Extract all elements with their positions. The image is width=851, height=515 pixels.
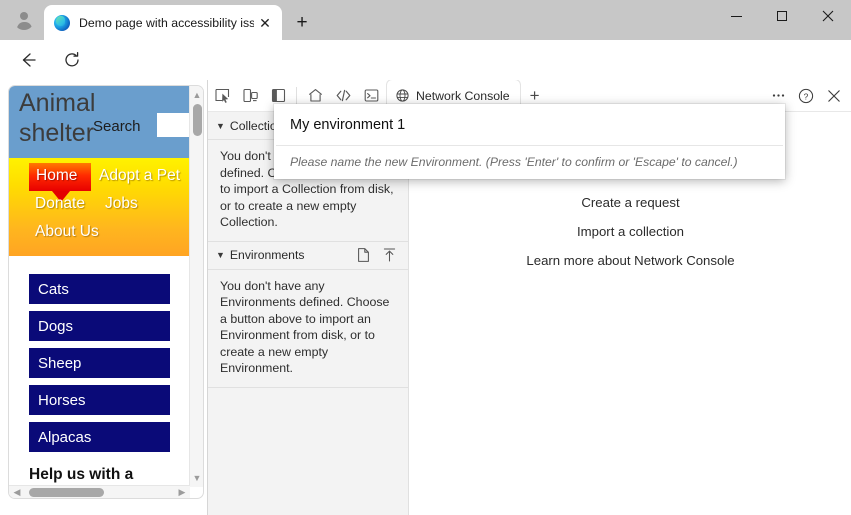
scroll-left-icon[interactable]: ◀: [10, 486, 24, 498]
help-icon[interactable]: ?: [792, 82, 820, 110]
nav-item-jobs[interactable]: Jobs: [105, 195, 138, 213]
globe-icon: [394, 88, 411, 103]
site-scroll-content: Animal shelter Search Home Adopt a Pet D…: [9, 86, 190, 487]
chevron-down-icon[interactable]: ▼: [216, 250, 225, 260]
tab-title: Demo page with accessibility issu: [79, 15, 254, 30]
close-icon[interactable]: ✕: [254, 12, 276, 34]
environments-empty-text: You don't have any Environments defined.…: [208, 270, 408, 388]
svg-text:?: ?: [804, 91, 809, 101]
devtools-close-icon[interactable]: [820, 82, 848, 110]
new-tab-button[interactable]: +: [289, 10, 315, 36]
browser-window: Demo page with accessibility issu ✕ + An…: [0, 0, 851, 515]
inspect-element-icon[interactable]: [208, 82, 236, 110]
search-label: Search: [93, 118, 141, 135]
close-icon: [822, 10, 834, 22]
learn-more-link[interactable]: Learn more about Network Console: [526, 253, 734, 268]
scrollbar-thumb-horizontal[interactable]: [29, 488, 104, 497]
site-vertical-scrollbar[interactable]: ▲ ▼: [189, 86, 203, 487]
environment-name-dialog: Please name the new Environment. (Press …: [274, 104, 785, 179]
device-emulation-icon[interactable]: [236, 82, 264, 110]
create-a-request-link[interactable]: Create a request: [581, 195, 679, 210]
site-horizontal-scrollbar[interactable]: ◀ ▶: [9, 485, 190, 498]
window-close-button[interactable]: [805, 0, 851, 32]
maximize-icon: [777, 11, 787, 21]
new-file-icon[interactable]: [350, 243, 376, 267]
profile-button[interactable]: [10, 8, 38, 32]
arrow-left-icon: [22, 53, 36, 67]
site-body: Cats Dogs Sheep Horses Alpacas Help us w…: [9, 256, 190, 484]
environments-section-header[interactable]: ▼ Environments: [208, 241, 408, 270]
nav-item-home-label: Home: [36, 167, 78, 184]
avatar-icon: [14, 10, 34, 30]
animal-shelter-site: Animal shelter Search Home Adopt a Pet D…: [8, 85, 204, 499]
nav-item-donate[interactable]: Donate: [35, 195, 85, 213]
list-item[interactable]: Horses: [29, 385, 170, 415]
scroll-up-icon[interactable]: ▲: [191, 88, 203, 102]
browser-titlebar: Demo page with accessibility issu ✕ +: [0, 0, 851, 40]
back-button[interactable]: [14, 48, 42, 72]
nav-row-2: Donate Jobs: [9, 190, 190, 218]
window-maximize-button[interactable]: [759, 0, 805, 32]
site-title: Animal shelter: [19, 89, 96, 147]
site-navigation: Home Adopt a Pet Donate Jobs About Us: [9, 158, 190, 256]
list-item[interactable]: Cats: [29, 274, 170, 304]
nav-item-adopt-a-pet[interactable]: Adopt a Pet: [99, 167, 180, 185]
import-upload-icon[interactable]: [376, 243, 402, 267]
list-item[interactable]: Sheep: [29, 348, 170, 378]
reload-button[interactable]: [58, 48, 86, 72]
list-item[interactable]: Alpacas: [29, 422, 170, 452]
nav-row-3: About Us: [9, 218, 190, 246]
environments-actions: [350, 243, 408, 267]
nav-row-1: Home Adopt a Pet: [9, 162, 190, 202]
browser-address-row: https://microsoftedge.github.io/Demos/de…: [0, 40, 851, 114]
minimize-icon: [730, 15, 742, 17]
scroll-down-icon[interactable]: ▼: [191, 471, 203, 485]
import-a-collection-link[interactable]: Import a collection: [577, 224, 684, 239]
chevron-down-icon[interactable]: ▼: [216, 121, 225, 131]
scroll-right-icon[interactable]: ▶: [175, 486, 189, 498]
browser-tab[interactable]: Demo page with accessibility issu ✕: [44, 5, 282, 40]
reload-icon: [65, 51, 79, 67]
nav-item-home-highlight[interactable]: Home: [29, 163, 91, 202]
search-input[interactable]: [157, 113, 190, 137]
environment-name-input[interactable]: [274, 104, 785, 145]
dialog-hint-text: Please name the new Environment. (Press …: [290, 155, 738, 169]
environments-title: Environments: [229, 248, 305, 262]
tab-network-console-label: Network Console: [416, 88, 510, 103]
site-header: Animal shelter Search: [9, 86, 190, 158]
toolbar-divider: [296, 86, 297, 105]
window-minimize-button[interactable]: [713, 0, 759, 32]
scrollbar-thumb-vertical[interactable]: [193, 104, 202, 136]
edge-logo-icon: [54, 14, 70, 31]
nav-item-about-us[interactable]: About Us: [35, 223, 99, 241]
help-heading: Help us with a: [29, 466, 134, 483]
list-item[interactable]: Dogs: [29, 311, 170, 341]
